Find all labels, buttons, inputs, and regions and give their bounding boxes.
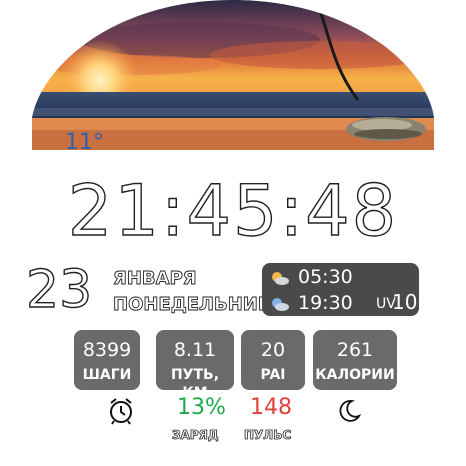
date-month: ЯНВАРЯ <box>113 268 198 290</box>
weather-temperature: 11° <box>65 130 104 155</box>
sunset-time: 19:30 <box>298 292 353 314</box>
sunrise-icon <box>272 272 289 285</box>
alarm-clock-icon[interactable] <box>106 396 136 426</box>
date-day: 23 <box>25 260 93 320</box>
digital-time: 21:45:48 <box>67 170 399 252</box>
pulse-label: ПУЛЬС <box>244 428 292 443</box>
pulse-value: 148 <box>250 395 292 420</box>
battery-label: ЗАРЯД <box>172 428 219 443</box>
date-weekday: ПОНЕДЕЛЬНИК <box>113 294 273 316</box>
calories-label: КАЛОРИИ <box>315 367 395 383</box>
steps-tile[interactable]: 8399 ШАГИ <box>74 330 140 390</box>
moon-icon[interactable] <box>336 398 362 424</box>
sunset-icon <box>272 298 289 311</box>
calories-tile[interactable]: 261 КАЛОРИИ <box>313 330 397 390</box>
calories-value: 261 <box>336 339 374 361</box>
sun-times-panel[interactable]: 05:30 19:30 UV 10 <box>262 263 419 316</box>
uv-value: 10 <box>392 290 418 314</box>
rock-decoration <box>346 117 426 141</box>
steps-value: 8399 <box>82 339 132 361</box>
sunset-row: 19:30 <box>270 291 353 315</box>
distance-tile[interactable]: 8.11 ПУТЬ, КМ <box>156 330 234 401</box>
pai-label: PAI <box>260 367 286 383</box>
battery-value: 13% <box>177 395 226 420</box>
pai-value: 20 <box>260 339 286 361</box>
sunrise-time: 05:30 <box>298 266 353 288</box>
distance-value: 8.11 <box>173 339 217 361</box>
pai-tile[interactable]: 20 PAI <box>241 330 305 390</box>
sunrise-row: 05:30 <box>270 265 353 289</box>
steps-label: ШАГИ <box>82 367 132 383</box>
